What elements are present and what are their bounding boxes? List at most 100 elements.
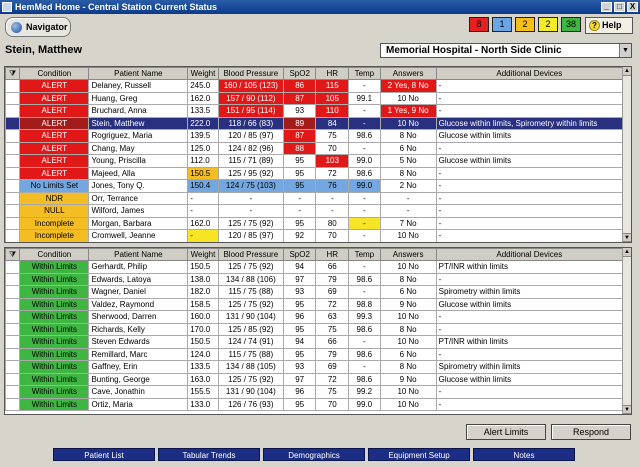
patient-row[interactable]: Within Limits Valdez, Raymond 158.5 125 / 7… — [5, 297, 624, 311]
patient-row[interactable]: No Limits Set Jones, Tony Q. 150.4 124 / 75… — [5, 179, 624, 193]
col-answers-header[interactable]: Answers — [379, 67, 437, 80]
row-select-cell[interactable] — [5, 372, 21, 386]
patient-row[interactable]: ALERT Rogriguez, Maria 139.5 120 / 85 (97) 8… — [5, 129, 624, 143]
tab-demographics[interactable]: Demographics — [263, 448, 365, 461]
filter-icon[interactable]: ⧩ — [5, 248, 21, 261]
answers-cell: 10 No — [379, 385, 437, 399]
row-select-cell[interactable] — [5, 272, 21, 286]
col-hr-header[interactable]: HR — [315, 67, 350, 80]
patient-row[interactable]: Within Limits Bunting, George 163.0 125 / 7… — [5, 372, 624, 386]
scroll-down-arrow-icon[interactable]: ▼ — [623, 233, 631, 242]
scroll-down-arrow-icon[interactable]: ▼ — [623, 405, 631, 414]
patient-row[interactable]: Within Limits Sherwood, Darren 160.0 131 / … — [5, 310, 624, 324]
alert-count-badge[interactable]: 8 — [469, 17, 489, 32]
col-patient-name-header[interactable]: Patient Name — [88, 248, 189, 261]
row-select-cell[interactable] — [5, 347, 21, 361]
col-additional-devices-header[interactable]: Additional Devices — [435, 67, 624, 80]
col-weight-header[interactable]: Weight — [187, 248, 219, 261]
col-spo2-header[interactable]: SpO2 — [282, 67, 317, 80]
patient-row[interactable]: ALERT Young, Priscilla 112.0 115 / 71 (89) 9… — [5, 154, 624, 168]
pending-count-badge[interactable]: 2 — [538, 17, 558, 32]
weight-cell: 124.0 — [187, 347, 219, 361]
incomplete-count-badge[interactable]: 2 — [515, 17, 535, 32]
col-hr-header[interactable]: HR — [315, 248, 350, 261]
row-select-cell[interactable] — [5, 179, 21, 193]
row-select-cell[interactable] — [5, 91, 21, 105]
answers-cell: 10 No — [379, 229, 437, 242]
col-answers-header[interactable]: Answers — [379, 248, 437, 261]
patient-row[interactable]: Within Limits Gaffney, Erin 133.5 134 / 88 … — [5, 360, 624, 374]
patient-row[interactable]: Within Limits Edwards, Latoya 138.0 134 / 8… — [5, 272, 624, 286]
within-limits-table-scrollbar[interactable]: ▲ ▼ — [622, 248, 631, 414]
scroll-up-arrow-icon[interactable]: ▲ — [623, 67, 631, 76]
patient-row[interactable]: Incomplete Cromwell, Jeanne -120 / 85 (97)… — [5, 229, 624, 242]
spo2-cell: 87 — [282, 91, 317, 105]
patient-row[interactable]: ALERT Huang, Greg 162.0 157 / 90 (112) 87 105… — [5, 91, 624, 105]
alert-limits-button[interactable]: Alert Limits — [466, 424, 546, 440]
row-select-cell[interactable] — [5, 191, 21, 205]
patient-row[interactable]: Within Limits Cave, Jonathin 155.5 131 / 90… — [5, 385, 624, 399]
row-select-cell[interactable] — [5, 397, 21, 411]
row-select-cell[interactable] — [5, 285, 21, 299]
col-weight-header[interactable]: Weight — [187, 67, 219, 80]
hr-cell: 72 — [315, 372, 350, 386]
maximize-button[interactable]: □ — [614, 2, 625, 12]
row-select-cell[interactable] — [5, 229, 21, 242]
tab-notes[interactable]: Notes — [473, 448, 575, 461]
hospital-select[interactable]: Memorial Hospital - North Side Clinic ▼ — [380, 43, 632, 58]
row-select-cell[interactable] — [5, 385, 21, 399]
row-select-cell[interactable] — [5, 216, 21, 230]
row-select-cell[interactable] — [5, 141, 21, 155]
patient-row[interactable]: Incomplete Morgan, Barbara 162.0 125 / 75 (… — [5, 216, 624, 230]
row-select-cell[interactable] — [5, 104, 21, 118]
tab-patient-list[interactable]: Patient List — [53, 448, 155, 461]
col-temp-header[interactable]: Temp — [348, 248, 381, 261]
col-blood-pressure-header[interactable]: Blood Pressure — [217, 67, 284, 80]
row-select-cell[interactable] — [5, 116, 21, 130]
close-button[interactable]: X — [627, 2, 638, 12]
patient-row[interactable]: ALERT Stein, Matthew 222.0 118 / 66 (83) 89 8… — [5, 116, 624, 130]
col-additional-devices-header[interactable]: Additional Devices — [435, 248, 624, 261]
patient-row[interactable]: Within Limits Remillard, Marc 124.0 115 / 7… — [5, 347, 624, 361]
tab-equipment-setup[interactable]: Equipment Setup — [368, 448, 470, 461]
row-select-cell[interactable] — [5, 260, 21, 274]
row-select-cell[interactable] — [5, 310, 21, 324]
help-button[interactable]: ? Help — [585, 17, 633, 34]
col-spo2-header[interactable]: SpO2 — [282, 248, 317, 261]
col-patient-name-header[interactable]: Patient Name — [88, 67, 189, 80]
patient-row[interactable]: NULL Wilford, James - - - - - - - — [5, 204, 624, 218]
patient-row[interactable]: ALERT Delaney, Russell 245.0 160 / 105 (123… — [5, 79, 624, 93]
chevron-down-icon[interactable]: ▼ — [619, 44, 631, 57]
col-condition-header[interactable]: Condition — [19, 248, 90, 261]
within-limits-count-badge[interactable]: 38 — [561, 17, 581, 32]
row-select-cell[interactable] — [5, 79, 21, 93]
row-select-cell[interactable] — [5, 154, 21, 168]
col-condition-header[interactable]: Condition — [19, 67, 90, 80]
patient-row[interactable]: NDR Orr, Terrance - - - - - - - — [5, 191, 624, 205]
patient-row[interactable]: ALERT Bruchard, Anna 133.5 151 / 95 (114) 93… — [5, 104, 624, 118]
patient-row[interactable]: ALERT Majeed, Alla 150.5 125 / 95 (92) 95 72 9… — [5, 166, 624, 180]
row-select-cell[interactable] — [5, 166, 21, 180]
col-blood-pressure-header[interactable]: Blood Pressure — [217, 248, 284, 261]
tab-tabular-trends[interactable]: Tabular Trends — [158, 448, 260, 461]
attention-table-scrollbar[interactable]: ▲ ▼ — [622, 67, 631, 242]
row-select-cell[interactable] — [5, 297, 21, 311]
patient-row[interactable]: Within Limits Ortiz, Maria 133.0 126 / 76 (… — [5, 397, 624, 411]
row-select-cell[interactable] — [5, 360, 21, 374]
row-select-cell[interactable] — [5, 204, 21, 218]
row-select-cell[interactable] — [5, 129, 21, 143]
minimize-button[interactable]: _ — [601, 2, 612, 12]
patient-row[interactable]: Within Limits Gerhardt, Philip 150.5 125 / … — [5, 260, 624, 274]
no-limits-count-badge[interactable]: 1 — [492, 17, 512, 32]
col-temp-header[interactable]: Temp — [348, 67, 381, 80]
patient-row[interactable]: Within Limits Steven Edwards 150.5 124 / 74… — [5, 335, 624, 349]
row-select-cell[interactable] — [5, 322, 21, 336]
respond-button[interactable]: Respond — [551, 424, 631, 440]
filter-icon[interactable]: ⧩ — [5, 67, 21, 80]
scroll-up-arrow-icon[interactable]: ▲ — [623, 248, 631, 257]
navigator-button[interactable]: Navigator — [5, 17, 71, 37]
row-select-cell[interactable] — [5, 335, 21, 349]
patient-row[interactable]: Within Limits Wagner, Daniel 182.0 115 / 75… — [5, 285, 624, 299]
patient-row[interactable]: Within Limits Richards, Kelly 170.0 125 / 8… — [5, 322, 624, 336]
patient-row[interactable]: ALERT Chang, May 125.0 124 / 82 (96) 88 70-6 … — [5, 141, 624, 155]
